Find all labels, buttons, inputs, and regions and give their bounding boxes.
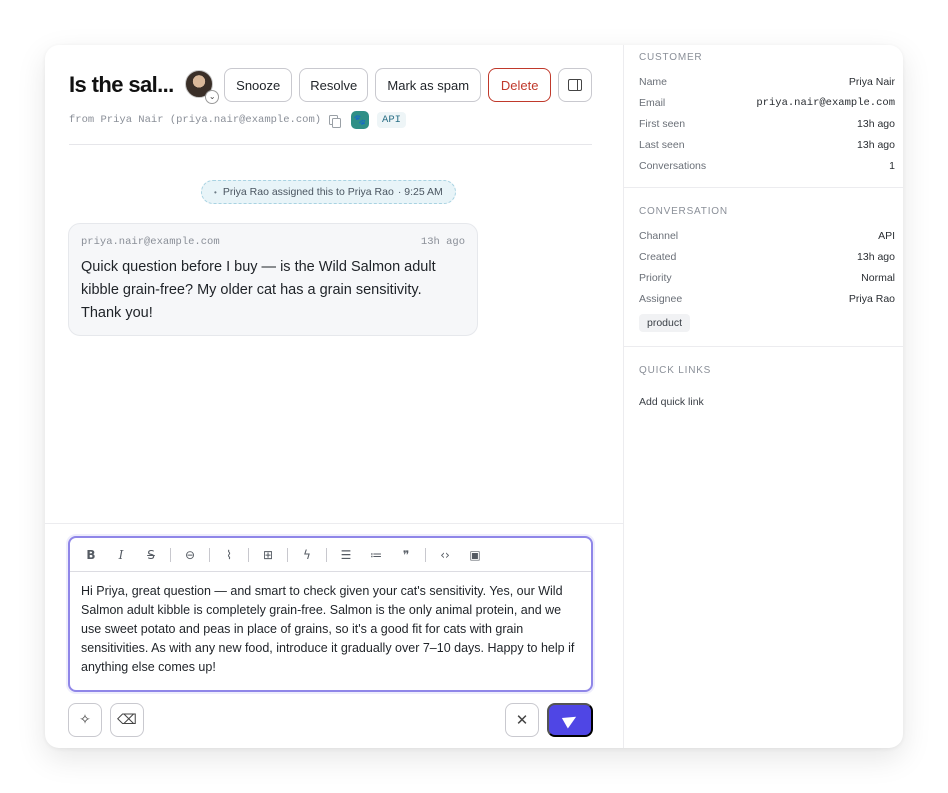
detail-value[interactable]: Normal xyxy=(861,272,895,284)
message-header: priya.nair@example.com 13h ago xyxy=(81,236,465,248)
reply-textarea[interactable]: Hi Priya, great question — and smart to … xyxy=(70,572,591,677)
send-button[interactable] xyxy=(547,703,593,737)
mark-spam-button[interactable]: Mark as spam xyxy=(375,68,482,102)
assignment-text: Priya Rao assigned this to Priya Rao xyxy=(222,186,394,198)
eraser-icon: ⌫ xyxy=(117,712,137,728)
send-icon xyxy=(561,711,579,729)
quote-icon[interactable]: ❞ xyxy=(395,544,417,566)
sender-text: from Priya Nair (priya.nair@example.com) xyxy=(69,114,322,126)
resolve-button[interactable]: Resolve xyxy=(299,68,369,102)
detail-row: Last seen 13h ago xyxy=(639,134,895,155)
strikethrough-icon[interactable]: S xyxy=(140,544,162,566)
detail-key: Assignee xyxy=(639,292,683,305)
sidebar-divider xyxy=(624,187,903,188)
code-block-icon[interactable]: ▣ xyxy=(464,544,486,566)
channel-badge: API xyxy=(377,112,406,128)
assignee-avatar-button[interactable]: ⌄ xyxy=(185,70,220,104)
quick-links-section: QUICK LINKS Add quick link xyxy=(624,365,903,408)
conversation-header: Is the sal... ⌄ Snooze Resolve Mark as s… xyxy=(69,67,593,104)
book-icon[interactable]: ⊞ xyxy=(257,544,279,566)
message-time: 13h ago xyxy=(420,236,465,248)
detail-value: Priya Nair xyxy=(848,75,895,88)
reply-composer: B I S ⊖ ⌇ ⊞ ϟ ☰ ≔ ❞ ‹› ▣ Hi Priya, great… xyxy=(68,536,593,692)
sidebar-divider xyxy=(624,346,903,347)
formatting-toolbar: B I S ⊖ ⌇ ⊞ ϟ ☰ ≔ ❞ ‹› ▣ xyxy=(70,538,591,572)
detail-key: Last seen xyxy=(639,138,685,151)
page-title: Is the sal... xyxy=(69,72,174,97)
detail-row: Created 13h ago xyxy=(639,246,895,267)
detail-value[interactable]: Priya Rao xyxy=(849,293,895,305)
message-sender: priya.nair@example.com xyxy=(81,236,220,248)
detail-value: 13h ago xyxy=(857,117,895,130)
detail-key: Name xyxy=(639,75,668,88)
assignment-event: • Priya Rao assigned this to Priya Rao ·… xyxy=(201,180,456,204)
clear-formatting-button[interactable]: ⌫ xyxy=(110,703,144,737)
detail-key: Created xyxy=(639,250,677,263)
numbered-list-icon[interactable]: ≔ xyxy=(365,544,387,566)
italic-icon[interactable]: I xyxy=(110,544,132,566)
detail-row: Email priya.nair@example.com xyxy=(639,92,895,113)
header-divider xyxy=(69,144,592,145)
assignment-time: · 9:25 AM xyxy=(397,186,443,198)
bullet-list-icon[interactable]: ☰ xyxy=(335,544,357,566)
detail-key: Conversations xyxy=(639,159,707,172)
detail-value: 1 xyxy=(889,159,895,172)
ai-assist-button[interactable]: ✧ xyxy=(68,703,102,737)
sidebar-panel-icon xyxy=(568,79,583,91)
toolbar-divider xyxy=(287,547,288,562)
detail-key: Priority xyxy=(639,271,672,284)
conversation-section: CONVERSATION Channel API Created 13h ago P… xyxy=(624,206,903,332)
chevron-down-icon: ⌄ xyxy=(205,90,220,104)
toolbar-divider xyxy=(425,547,426,562)
copy-icon[interactable] xyxy=(329,114,342,128)
snooze-button[interactable]: Snooze xyxy=(224,68,293,102)
section-title: CUSTOMER xyxy=(639,52,703,63)
dot-icon: • xyxy=(214,187,217,197)
detail-key: First seen xyxy=(639,117,686,130)
sender-line: from Priya Nair (priya.nair@example.com)… xyxy=(69,111,406,129)
customer-section: CUSTOMER Name Priya Nair Email priya.nair@… xyxy=(624,52,903,176)
add-quick-link[interactable]: Add quick link xyxy=(639,396,895,408)
message-body: Quick question before I buy — is the Wil… xyxy=(81,259,436,321)
toolbar-divider xyxy=(248,547,249,562)
app-window: Is the sal... ⌄ Snooze Resolve Mark as s… xyxy=(45,45,903,748)
detail-value: API xyxy=(878,229,895,242)
detail-row: Assignee Priya Rao xyxy=(639,288,895,309)
detail-value: 13h ago xyxy=(857,250,895,263)
detail-row: First seen 13h ago xyxy=(639,113,895,134)
detail-key: Channel xyxy=(639,229,679,242)
toolbar-divider xyxy=(326,547,327,562)
details-sidebar: CUSTOMER Name Priya Nair Email priya.nair@… xyxy=(624,45,903,748)
detail-key: Email xyxy=(639,96,666,109)
sparkle-icon: ✧ xyxy=(79,712,91,728)
bold-icon[interactable]: B xyxy=(80,544,102,566)
composer-divider xyxy=(45,523,623,524)
customer-message: priya.nair@example.com 13h ago Quick que… xyxy=(68,223,478,336)
paw-icon: 🐾 xyxy=(351,111,370,129)
attachment-icon[interactable]: ⌇ xyxy=(218,544,240,566)
delete-button[interactable]: Delete xyxy=(488,68,552,102)
detail-value: 13h ago xyxy=(857,138,895,151)
detail-row: Name Priya Nair xyxy=(639,71,895,92)
discard-reply-button[interactable]: ✕ xyxy=(505,703,539,737)
section-title: QUICK LINKS xyxy=(639,365,712,376)
section-title: CONVERSATION xyxy=(639,206,728,217)
detail-row: Conversations 1 xyxy=(639,155,895,176)
toggle-sidebar-button[interactable] xyxy=(558,68,593,102)
bolt-icon[interactable]: ϟ xyxy=(296,544,318,566)
close-icon: ✕ xyxy=(515,711,529,729)
detail-row: Priority Normal xyxy=(639,267,895,288)
link-icon[interactable]: ⊖ xyxy=(179,544,201,566)
toolbar-divider xyxy=(170,547,171,562)
code-icon[interactable]: ‹› xyxy=(434,544,456,566)
conversation-pane: Is the sal... ⌄ Snooze Resolve Mark as s… xyxy=(45,45,624,748)
detail-row: Channel API xyxy=(639,225,895,246)
toolbar-divider xyxy=(209,547,210,562)
tag-chip[interactable]: product xyxy=(639,314,691,332)
detail-value: priya.nair@example.com xyxy=(756,96,895,109)
